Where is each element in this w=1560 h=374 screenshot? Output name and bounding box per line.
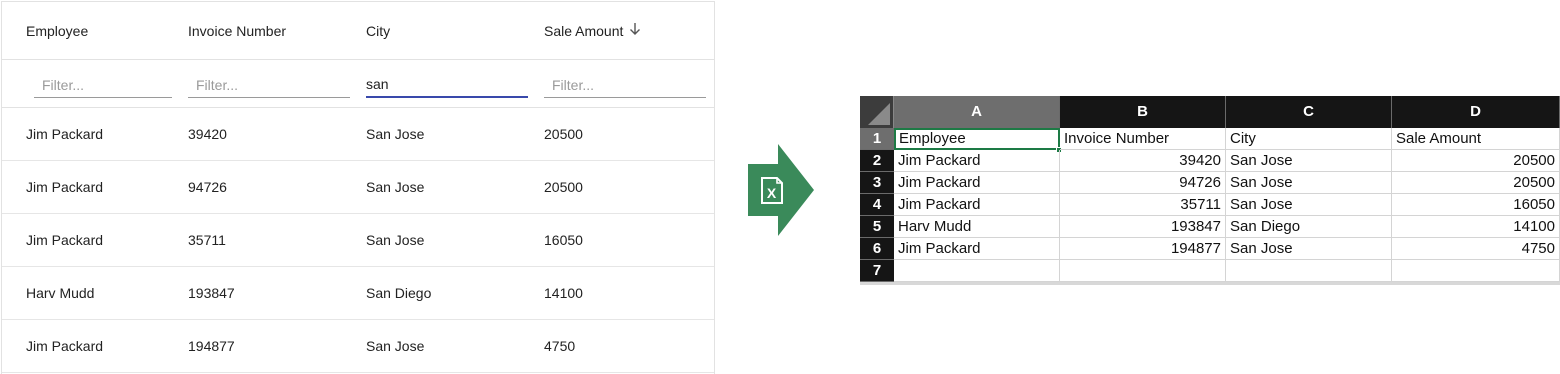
column-header-bar: A B C D bbox=[860, 96, 1560, 128]
cell-employee: Jim Packard bbox=[26, 338, 104, 354]
cell-a1[interactable]: Employee bbox=[894, 128, 1060, 150]
column-header-label: City bbox=[366, 23, 391, 39]
cell-c4[interactable]: San Jose bbox=[1226, 194, 1392, 216]
column-letter-a[interactable]: A bbox=[894, 96, 1060, 128]
cell-city: San Jose bbox=[366, 338, 425, 354]
cell-d6[interactable]: 4750 bbox=[1392, 238, 1560, 260]
column-header-sale-amount[interactable]: Sale Amount bbox=[544, 2, 641, 60]
row-number[interactable]: 2 bbox=[860, 150, 894, 172]
cell-b3[interactable]: 94726 bbox=[1060, 172, 1226, 194]
row-number[interactable]: 1 bbox=[860, 128, 894, 150]
cell-a6[interactable]: Jim Packard bbox=[894, 238, 1060, 260]
cell-d4[interactable]: 16050 bbox=[1392, 194, 1560, 216]
cell-d5[interactable]: 14100 bbox=[1392, 216, 1560, 238]
row-number[interactable]: 3 bbox=[860, 172, 894, 194]
filter-sale-amount-input[interactable] bbox=[544, 72, 706, 98]
spreadsheet: A B C D 1 2 3 4 5 6 7 Employee Invoice N… bbox=[860, 96, 1560, 286]
grid-header-row: Employee Invoice Number City Sale Amount bbox=[2, 2, 714, 60]
cell-b7[interactable] bbox=[1060, 260, 1226, 282]
cell-employee: Jim Packard bbox=[26, 232, 104, 248]
cell-b2[interactable]: 39420 bbox=[1060, 150, 1226, 172]
cell-a2[interactable]: Jim Packard bbox=[894, 150, 1060, 172]
cell-b5[interactable]: 193847 bbox=[1060, 216, 1226, 238]
cell-sale-amount: 4750 bbox=[544, 338, 576, 354]
cell-invoice-number: 194877 bbox=[188, 338, 235, 354]
column-header-invoice-number[interactable]: Invoice Number bbox=[188, 2, 286, 60]
cell-city: San Diego bbox=[366, 285, 432, 301]
sheet-bottom-border bbox=[860, 282, 1560, 285]
cell-b4[interactable]: 35711 bbox=[1060, 194, 1226, 216]
row-number[interactable]: 6 bbox=[860, 238, 894, 260]
table-row[interactable]: Jim Packard 39420 San Jose 20500 bbox=[2, 108, 714, 161]
table-row[interactable]: Jim Packard 94726 San Jose 20500 bbox=[2, 161, 714, 214]
column-header-employee[interactable]: Employee bbox=[26, 2, 88, 60]
filter-employee-input[interactable] bbox=[34, 72, 172, 98]
cell-c5[interactable]: San Diego bbox=[1226, 216, 1392, 238]
cell-d2[interactable]: 20500 bbox=[1392, 150, 1560, 172]
table-row[interactable]: Jim Packard 35711 San Jose 16050 bbox=[2, 214, 714, 267]
cell-invoice-number: 94726 bbox=[188, 179, 227, 195]
cell-employee: Jim Packard bbox=[26, 179, 104, 195]
excel-export-icon: X bbox=[744, 142, 816, 238]
cell-c7[interactable] bbox=[1226, 260, 1392, 282]
filter-invoice-number-input[interactable] bbox=[188, 72, 350, 98]
column-header-label: Employee bbox=[26, 23, 89, 39]
data-grid: Employee Invoice Number City Sale Amount… bbox=[1, 1, 715, 374]
filter-row bbox=[2, 60, 714, 108]
cell-d1[interactable]: Sale Amount bbox=[1392, 128, 1560, 150]
cell-sale-amount: 20500 bbox=[544, 126, 583, 142]
cell-d7[interactable] bbox=[1392, 260, 1560, 282]
filter-city-input[interactable] bbox=[366, 72, 528, 98]
column-header-label: Sale Amount bbox=[544, 23, 624, 39]
excel-icon-letter: X bbox=[767, 185, 777, 201]
cell-invoice-number: 193847 bbox=[188, 285, 235, 301]
cell-b6[interactable]: 194877 bbox=[1060, 238, 1226, 260]
cell-employee: Harv Mudd bbox=[26, 285, 95, 301]
column-letter-d[interactable]: D bbox=[1392, 96, 1560, 128]
cell-a3[interactable]: Jim Packard bbox=[894, 172, 1060, 194]
column-header-label: Invoice Number bbox=[188, 23, 287, 39]
select-all-corner[interactable] bbox=[860, 96, 894, 128]
cell-sale-amount: 14100 bbox=[544, 285, 583, 301]
cell-invoice-number: 39420 bbox=[188, 126, 227, 142]
cell-c1[interactable]: City bbox=[1226, 128, 1392, 150]
row-number[interactable]: 4 bbox=[860, 194, 894, 216]
cell-a7[interactable] bbox=[894, 260, 1060, 282]
cell-sale-amount: 16050 bbox=[544, 232, 583, 248]
cell-city: San Jose bbox=[366, 232, 425, 248]
cell-a5[interactable]: Harv Mudd bbox=[894, 216, 1060, 238]
cell-a4[interactable]: Jim Packard bbox=[894, 194, 1060, 216]
cell-c2[interactable]: San Jose bbox=[1226, 150, 1392, 172]
cell-c6[interactable]: San Jose bbox=[1226, 238, 1392, 260]
cell-city: San Jose bbox=[366, 126, 425, 142]
cell-d3[interactable]: 20500 bbox=[1392, 172, 1560, 194]
cell-c3[interactable]: San Jose bbox=[1226, 172, 1392, 194]
table-row[interactable]: Harv Mudd 193847 San Diego 14100 bbox=[2, 267, 714, 320]
column-letter-b[interactable]: B bbox=[1060, 96, 1226, 128]
column-header-city[interactable]: City bbox=[366, 2, 390, 60]
cell-sale-amount: 20500 bbox=[544, 179, 583, 195]
cell-employee: Jim Packard bbox=[26, 126, 104, 142]
column-letter-c[interactable]: C bbox=[1226, 96, 1392, 128]
sort-descending-icon[interactable] bbox=[629, 2, 641, 60]
row-number[interactable]: 5 bbox=[860, 216, 894, 238]
cell-city: San Jose bbox=[366, 179, 425, 195]
row-number[interactable]: 7 bbox=[860, 260, 894, 282]
table-row[interactable]: Jim Packard 194877 San Jose 4750 bbox=[2, 320, 714, 373]
cell-invoice-number: 35711 bbox=[188, 232, 226, 248]
cell-b1[interactable]: Invoice Number bbox=[1060, 128, 1226, 150]
